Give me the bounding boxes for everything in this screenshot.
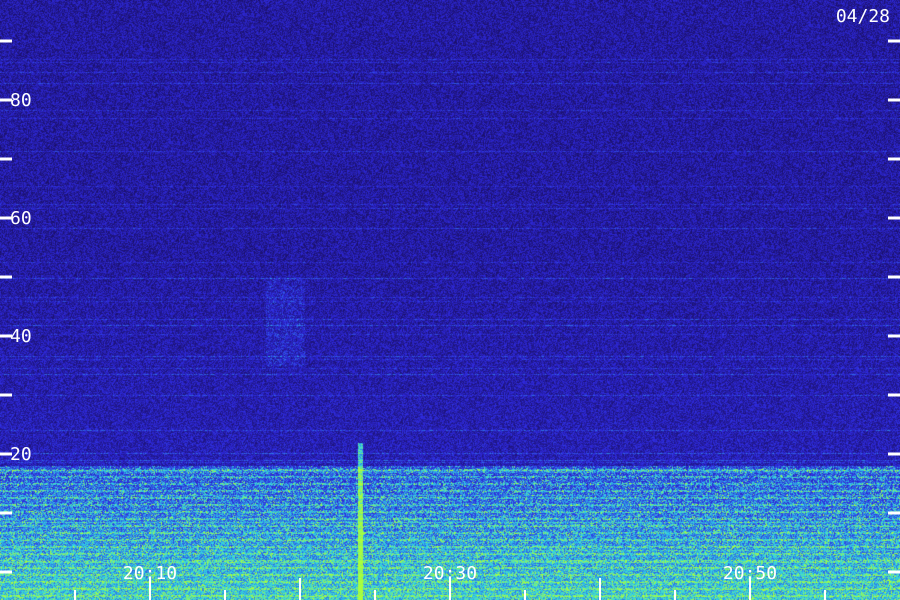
axes-overlay: 1008060402020:1020:3020:50 xyxy=(0,39,900,600)
x-tick-label: 20:10 xyxy=(123,563,177,584)
y-tick-label: 40 xyxy=(10,326,32,347)
x-tick-label: 20:50 xyxy=(723,563,777,584)
spectrogram-chart: 1008060402020:1020:3020:50 04/28 xyxy=(0,0,900,600)
y-tick-label: 20 xyxy=(10,444,32,465)
y-tick-label: 60 xyxy=(10,208,32,229)
x-tick-label: 20:30 xyxy=(423,563,477,584)
date-label: 04/28 xyxy=(835,6,890,27)
y-tick-label: 80 xyxy=(10,90,32,111)
